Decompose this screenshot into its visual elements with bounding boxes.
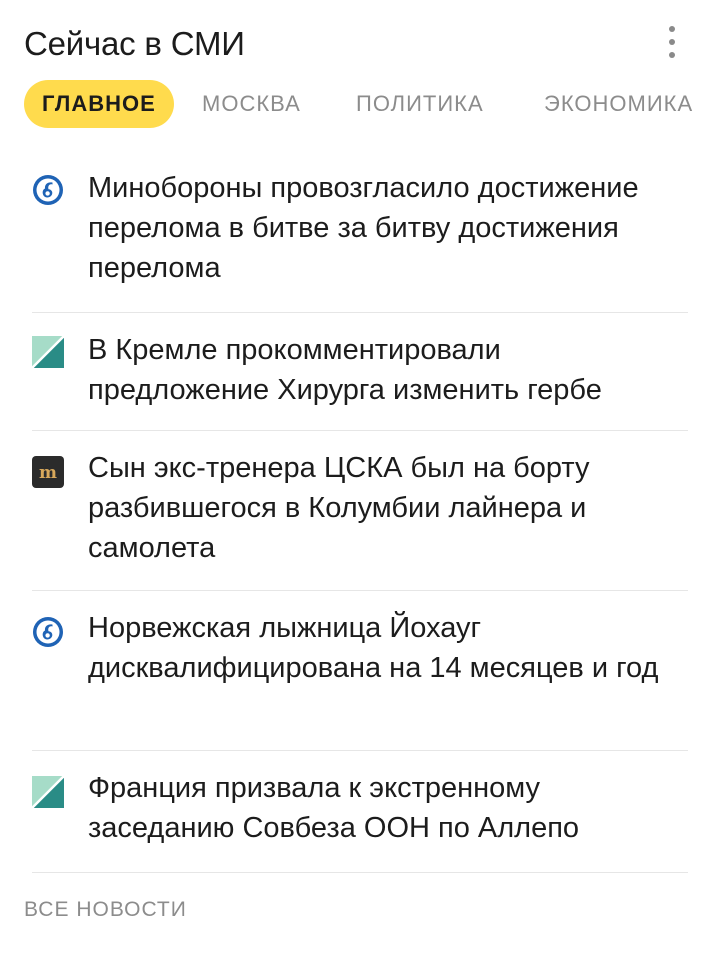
tab-moscow[interactable]: МОСКВА	[202, 80, 301, 128]
round-blue-logo-icon	[32, 616, 64, 648]
news-item[interactable]: m Сын экс-тренера ЦСКА был на борту разб…	[32, 430, 688, 591]
more-vertical-icon[interactable]	[662, 24, 682, 60]
tab-politics[interactable]: ПОЛИТИКА	[356, 80, 484, 128]
news-headline[interactable]: Минобороны провозгласило достижение пере…	[88, 168, 688, 288]
green-teal-square-logo-icon	[31, 335, 65, 369]
news-item[interactable]: Франция призвала к экстренному заседанию…	[31, 750, 688, 873]
news-headline[interactable]: Норвежская лыжница Йохауг дисквалифициро…	[88, 608, 688, 688]
category-tabs: ГЛАВНОЕ МОСКВА ПОЛИТИКА ЭКОНОМИКА	[24, 80, 720, 128]
green-teal-square-logo-icon	[31, 775, 65, 809]
news-item[interactable]: Минобороны провозгласило достижение пере…	[32, 168, 688, 313]
all-news-link[interactable]: ВСЕ НОВОСТИ	[24, 898, 187, 922]
widget-header: Сейчас в СМИ	[24, 22, 700, 72]
news-headline[interactable]: Сын экс-тренера ЦСКА был на борту разбив…	[88, 448, 688, 568]
tab-main[interactable]: ГЛАВНОЕ	[24, 80, 174, 128]
svg-text:m: m	[39, 463, 57, 483]
round-blue-logo-icon	[32, 174, 64, 206]
news-item[interactable]: Норвежская лыжница Йохауг дисквалифициро…	[32, 590, 688, 751]
dark-m-logo-icon: m	[32, 456, 64, 488]
tab-economy[interactable]: ЭКОНОМИКА	[544, 80, 693, 128]
news-item[interactable]: В Кремле прокомментировали предложение Х…	[31, 312, 688, 431]
news-headline[interactable]: В Кремле прокомментировали предложение Х…	[88, 330, 688, 410]
news-headline[interactable]: Франция призвала к экстренному заседанию…	[88, 768, 688, 848]
widget-title: Сейчас в СМИ	[24, 25, 245, 62]
